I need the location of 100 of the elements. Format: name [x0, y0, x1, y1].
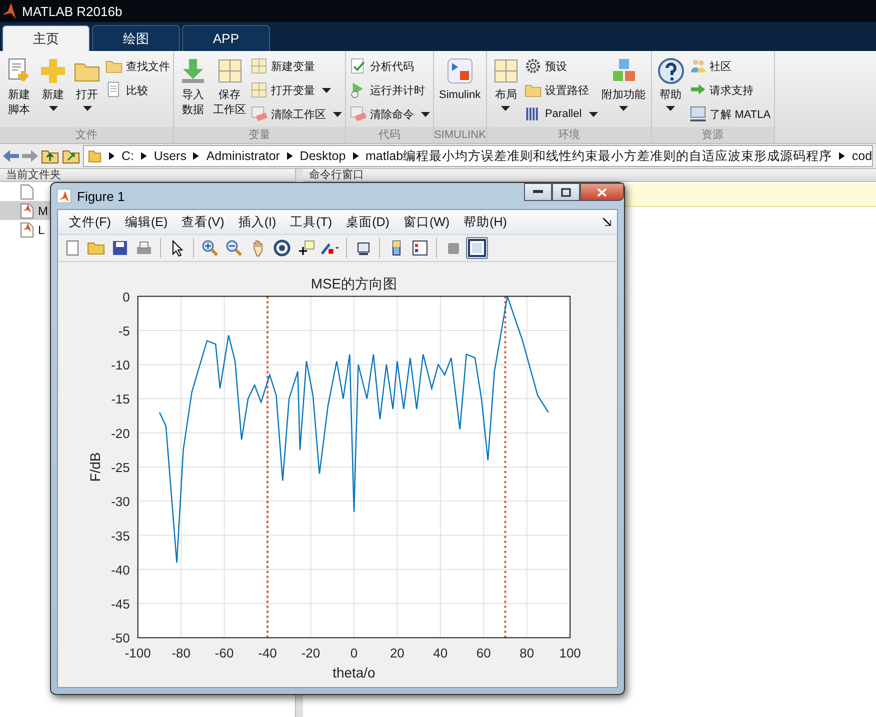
path-segment[interactable]: Administrator: [206, 149, 280, 163]
legend-icon: [412, 240, 428, 256]
ribbon-button[interactable]: 比较: [104, 79, 171, 101]
ribbon-button[interactable]: 布局: [488, 55, 523, 113]
file-row[interactable]: L: [0, 220, 50, 239]
ribbon-button[interactable]: 清除工作区: [249, 103, 343, 125]
group-label: 变量: [174, 127, 345, 143]
ribbon-button[interactable]: 预设: [522, 55, 599, 77]
chevron-right-icon: [286, 152, 293, 160]
chevron-right-icon: [140, 152, 147, 160]
app-logo-icon: [2, 3, 16, 19]
menu-item[interactable]: 帮助(H): [458, 212, 512, 232]
x-tick-label: 80: [520, 646, 534, 661]
ribbon-button[interactable]: 运行并计时: [348, 79, 431, 101]
minimize-button[interactable]: [524, 183, 552, 201]
x-tick-label: 60: [476, 646, 491, 661]
menu-item[interactable]: 桌面(D): [341, 212, 394, 232]
folder-icon: [88, 149, 102, 163]
script-file-icon: [20, 222, 34, 238]
ribbon-button[interactable]: 分析代码: [348, 55, 431, 77]
ribbon-button[interactable]: 新建 脚本: [2, 55, 36, 120]
ribbon-button[interactable]: 帮助: [654, 55, 688, 113]
dock-arrow-icon[interactable]: [603, 218, 611, 226]
gear-icon: [524, 57, 542, 75]
menu-item[interactable]: 查看(V): [176, 212, 230, 232]
browse-folder-icon[interactable]: [62, 148, 80, 164]
ribbon-tab[interactable]: 绘图: [92, 25, 180, 51]
toolbar-button[interactable]: [271, 237, 293, 259]
caret-icon: [421, 112, 430, 116]
ribbon-button[interactable]: 设置路径: [522, 79, 599, 101]
caret-icon: [82, 106, 92, 111]
figure-title: Figure 1: [77, 188, 125, 204]
open-folder-icon: [87, 242, 105, 254]
group-label: SIMULINK: [434, 127, 486, 143]
ribbon-button[interactable]: 保存 工作区: [210, 55, 249, 120]
toolbar-button[interactable]: [466, 237, 488, 259]
path-segment[interactable]: Desktop: [300, 149, 346, 163]
path-segment[interactable]: C:: [121, 149, 134, 163]
zoom-in-icon: [202, 240, 218, 256]
y-tick-label: -40: [111, 562, 130, 578]
back-arrow-icon[interactable]: [3, 149, 19, 163]
path-segment[interactable]: Users: [154, 149, 186, 163]
people-icon: [688, 57, 707, 75]
colorbar-icon: [392, 240, 400, 256]
ribbon-button[interactable]: 社区: [688, 55, 772, 77]
x-tick-label: -100: [124, 646, 151, 661]
x-tick-label: 40: [433, 646, 448, 661]
path-segment[interactable]: cod: [852, 149, 872, 163]
x-tick-label: -20: [301, 646, 320, 661]
y-tick-label: -45: [111, 596, 130, 612]
ribbon-button[interactable]: 打开: [70, 55, 104, 113]
ribbon-tab[interactable]: APP: [182, 25, 270, 51]
ribbon-button[interactable]: Simulink: [436, 55, 484, 105]
chevron-right-icon: [193, 152, 200, 160]
maximize-button[interactable]: [552, 183, 580, 201]
ribbon-button[interactable]: 清除命令: [348, 103, 431, 125]
plus-icon: [39, 57, 67, 85]
x-tick-label: 0: [350, 646, 358, 661]
path-segment[interactable]: matlab编程最小均方误差准则和线性约束最小方差准则的自适应波束形成源码程序: [366, 148, 832, 164]
monitor-icon: [688, 105, 707, 123]
ribbon-button[interactable]: 请求支持: [688, 79, 772, 101]
brush-icon: [320, 242, 340, 254]
menu-item[interactable]: 文件(F): [64, 212, 116, 232]
close-button[interactable]: [580, 183, 624, 201]
ribbon-button[interactable]: 打开变量: [249, 79, 343, 101]
ribbon-button[interactable]: 查找文件: [104, 55, 171, 77]
layout-grid-icon: [492, 57, 520, 85]
maximize-icon: [561, 188, 571, 196]
chevron-right-icon: [108, 152, 114, 160]
file-row[interactable]: M: [0, 201, 50, 220]
script-file-icon: [20, 202, 34, 218]
y-tick-label: -15: [111, 392, 130, 407]
grid-plus-icon: [250, 57, 268, 75]
y-axis-label: F/dB: [86, 452, 103, 482]
menu-item[interactable]: 窗口(W): [398, 212, 455, 232]
panel-title: 命令行窗口: [309, 169, 364, 181]
y-tick-label: -50: [111, 630, 130, 646]
ribbon-tab[interactable]: 主页: [2, 25, 90, 51]
menu-item[interactable]: 插入(I): [233, 212, 282, 232]
ribbon-button[interactable]: 新建变量: [249, 55, 343, 77]
path-field[interactable]: C: Users Administrator Desktop matlab编程最小均方误差准则和线性约束最小方差准则的自适应波束形成源码程序 cod: [83, 145, 873, 167]
folder-up-icon[interactable]: [41, 148, 59, 164]
ribbon-button[interactable]: 了解 MATLA: [688, 103, 772, 125]
ribbon-button[interactable]: 新建: [36, 55, 70, 113]
y-tick-label: -35: [111, 528, 130, 544]
eraser-icon: [349, 105, 367, 123]
minimize-icon: [533, 190, 543, 194]
y-tick-label: -25: [111, 460, 130, 475]
help-icon: [656, 57, 685, 85]
ribbon-button[interactable]: 附加功能: [598, 55, 649, 113]
menu-item[interactable]: 工具(T): [285, 212, 338, 232]
menu-item[interactable]: 编辑(E): [120, 212, 173, 232]
ribbon-button[interactable]: Parallel: [522, 103, 599, 125]
pointer-icon: [172, 240, 182, 256]
close-icon: [597, 188, 607, 196]
data-cursor-icon: [298, 240, 314, 256]
y-tick-label: -20: [111, 426, 130, 441]
hand-icon: [253, 240, 263, 256]
ribbon-button[interactable]: 导入 数据: [176, 55, 210, 120]
window-title: MATLAB R2016b: [22, 4, 122, 18]
